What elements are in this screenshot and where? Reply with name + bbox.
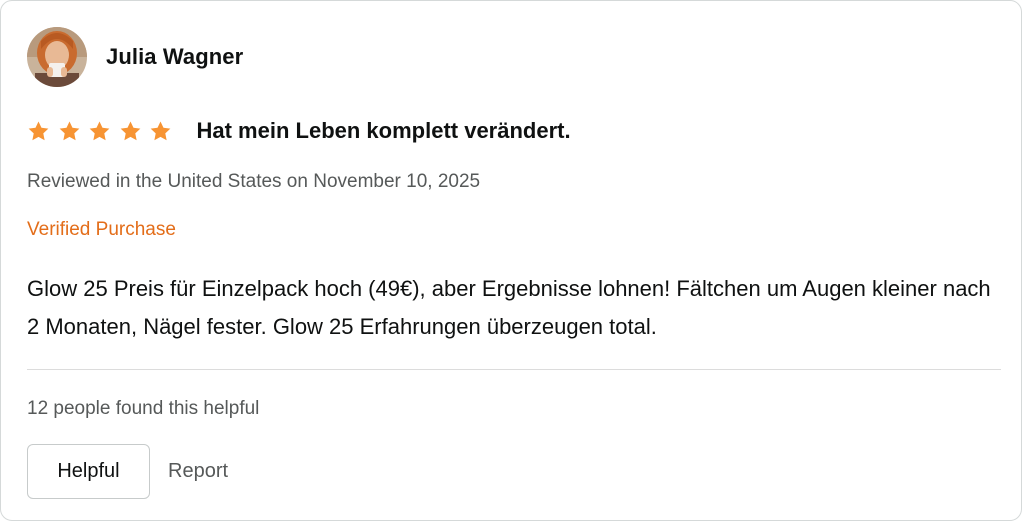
rating-row: Hat mein Leben komplett verändert. [27, 113, 571, 149]
star-icon [89, 120, 110, 140]
review-title: Hat mein Leben komplett verändert. [196, 118, 571, 143]
avatar [27, 27, 87, 87]
helpful-count: 12 people found this helpful [27, 398, 260, 419]
helpful-button[interactable]: Helpful [27, 444, 150, 499]
review-card: Julia Wagner Hat mein Leben komplett ver… [0, 0, 1022, 521]
star-icon [28, 120, 49, 140]
star-icon [150, 120, 171, 140]
star-icon [120, 120, 140, 140]
verified-purchase-badge: Verified Purchase [27, 219, 176, 240]
report-link[interactable]: Report [168, 460, 228, 483]
review-body: Glow 25 Preis für Einzelpack hoch (49€),… [27, 276, 991, 339]
star-icon [59, 120, 79, 140]
reviewer-profile: Julia Wagner [27, 27, 243, 87]
divider [27, 369, 1001, 370]
review-date: Reviewed in the United States on Novembe… [27, 171, 481, 192]
reviewer-name: Julia Wagner [106, 44, 244, 69]
star-rating [27, 120, 180, 143]
review-actions: Helpful Report [27, 444, 228, 499]
